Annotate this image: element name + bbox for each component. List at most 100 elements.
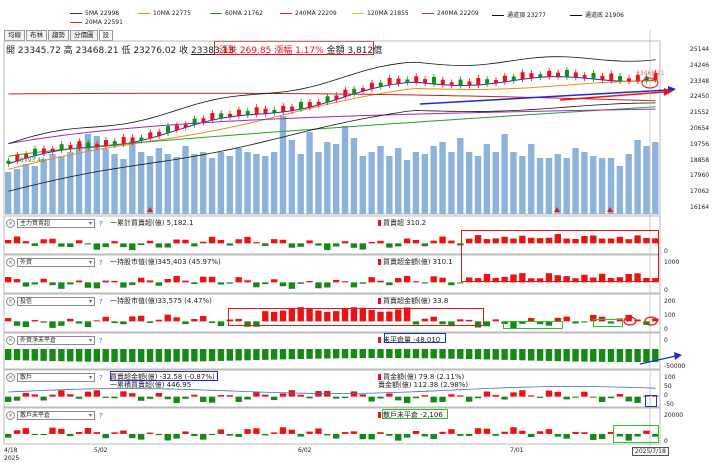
indicator-bar: [173, 275, 180, 283]
indicator-bar: [5, 396, 12, 402]
help-icon[interactable]: ?: [99, 298, 103, 306]
indicator-bar: [22, 392, 30, 397]
candle-body: [591, 72, 596, 79]
indicator-select[interactable]: 外資淨未平倉: [17, 336, 95, 345]
indicator-bar: [146, 280, 154, 283]
indicator-bar: [200, 433, 207, 440]
oi-bar: [270, 349, 278, 360]
close-icon[interactable]: ×: [6, 219, 15, 228]
indicator-bar: [40, 239, 47, 244]
indicator-bar: [528, 395, 535, 397]
indicator-select[interactable]: 散戶未平倉: [17, 411, 95, 420]
indicator-bar: [146, 432, 154, 434]
indicator-select[interactable]: 散戶: [17, 373, 95, 382]
panel-axis-tick: 1000: [664, 259, 680, 266]
indicator-bar: [386, 243, 393, 248]
indicator-bar: [607, 396, 615, 399]
trust-buy-highlight: [228, 308, 484, 326]
oi-bar: [510, 349, 517, 361]
indicator-bar: [31, 394, 38, 397]
indicator-bar: [430, 276, 437, 283]
indicator-bar: [448, 282, 455, 286]
volume-bar: [403, 160, 411, 214]
indicator-bar: [253, 392, 260, 397]
help-icon[interactable]: ?: [99, 220, 103, 228]
candle-body: [236, 109, 241, 116]
indicator-bar: [182, 280, 189, 283]
help-icon[interactable]: ?: [99, 374, 103, 382]
indicator-bar: [386, 433, 393, 436]
volume-bar: [200, 152, 207, 214]
help-icon[interactable]: ?: [99, 259, 103, 267]
candle-body: [219, 113, 224, 119]
indicator-select[interactable]: 投信: [17, 297, 95, 306]
oi-bar: [262, 349, 269, 360]
indicator-select[interactable]: 主力買賣超: [17, 219, 95, 228]
oi-bar: [616, 349, 624, 362]
close-icon[interactable]: ×: [6, 258, 15, 267]
candle-body: [361, 88, 366, 92]
indicator-bar: [262, 394, 269, 397]
trust-green-box-2: [593, 319, 623, 327]
indicator-bar: [421, 395, 429, 397]
indicator-bar: [5, 318, 12, 322]
volume-bar: [75, 144, 83, 214]
volume-bar: [253, 154, 260, 214]
oi-bar: [563, 349, 570, 362]
candle-body: [103, 140, 108, 147]
indicator-bar: [67, 394, 74, 397]
indicator-bar: [120, 430, 127, 434]
indicator-bar: [474, 428, 482, 434]
indicator-bar: [510, 427, 517, 434]
close-icon[interactable]: ×: [6, 297, 15, 306]
indicator-bar: [235, 239, 242, 244]
indicator-bar: [457, 395, 464, 397]
candle-body: [431, 76, 436, 84]
candle-body: [254, 107, 259, 115]
close-icon[interactable]: ×: [6, 411, 15, 420]
indicator-bar: [13, 279, 21, 283]
oi-bar: [315, 349, 322, 359]
indicator-bar: [191, 243, 198, 247]
price-tick: 21552: [690, 109, 710, 117]
indicator-bar: [208, 276, 216, 283]
indicator-bar: [279, 239, 287, 244]
indicator-select[interactable]: 外資: [17, 258, 95, 267]
oi-bar: [528, 349, 535, 361]
oi-bar: [368, 349, 375, 359]
volume-bar: [625, 154, 632, 214]
candle-body: [494, 80, 498, 84]
volume-bar: [324, 142, 331, 214]
indicator-bar: [40, 396, 47, 401]
panel-axis-tick: -50000: [664, 363, 686, 370]
oi-bar: [191, 349, 198, 362]
indicator-bar: [217, 395, 225, 397]
candle-body: [201, 118, 206, 123]
volume-bar: [643, 146, 650, 214]
help-icon[interactable]: ?: [99, 337, 103, 345]
indicator-bar: [368, 277, 375, 283]
indicator-bar: [84, 427, 92, 434]
candle-body: [547, 70, 552, 77]
indicator-bar: [457, 433, 464, 436]
oi-bar: [430, 349, 437, 359]
indicator-bar: [306, 280, 313, 283]
volume-bar: [359, 156, 366, 214]
indicator-bar: [421, 433, 429, 437]
help-icon[interactable]: ?: [99, 412, 103, 420]
indicator-bar: [22, 282, 30, 287]
close-icon[interactable]: ×: [6, 336, 15, 345]
oi-bar: [474, 349, 482, 360]
panel-axis-tick: 100: [664, 312, 676, 319]
candle-body: [485, 79, 490, 85]
oi-bar: [439, 349, 446, 359]
candle-body: [458, 79, 463, 86]
candle-body: [378, 82, 383, 87]
oi-bar: [297, 349, 304, 359]
panel-header: ×散戶?: [6, 372, 103, 383]
indicator-bar: [226, 433, 233, 436]
oi-bar: [111, 349, 118, 362]
indicator-bar: [75, 396, 83, 399]
close-icon[interactable]: ×: [6, 373, 15, 382]
indicator-bar: [483, 391, 491, 397]
